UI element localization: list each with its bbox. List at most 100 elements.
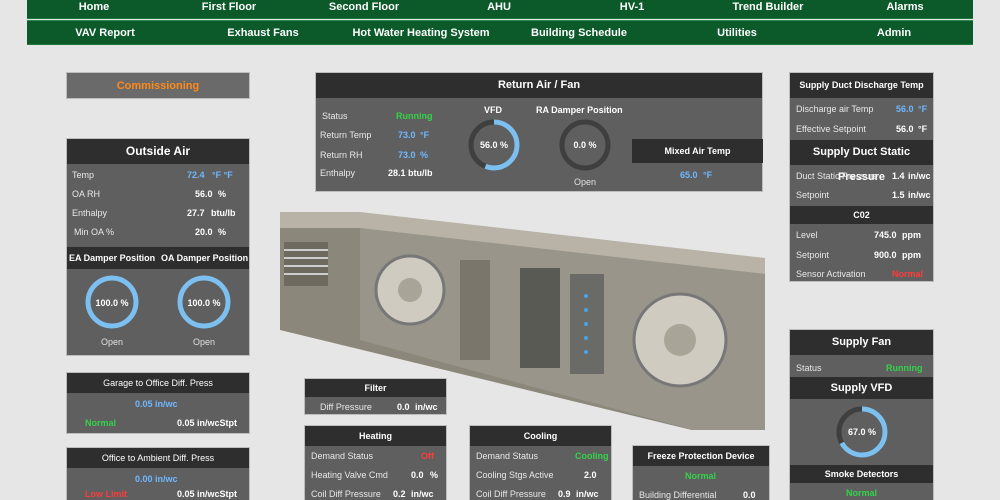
ahu-intake-louver <box>284 242 328 286</box>
static-pressure-value: 1.4 <box>892 171 905 181</box>
nav-second-floor[interactable]: Second Floor <box>329 1 399 13</box>
nav-hot-water-heating[interactable]: Hot Water Heating System <box>352 27 489 39</box>
commissioning-button[interactable]: Commissioning <box>66 72 250 99</box>
nav-home[interactable]: Home <box>79 1 110 13</box>
co2-activation-value: Normal <box>892 269 924 279</box>
freeze-diff-label: Building Differential <box>639 490 717 500</box>
nav-admin[interactable]: Admin <box>877 27 911 39</box>
discharge-unit: °F <box>918 104 928 114</box>
discharge-value: 56.0 <box>896 104 914 114</box>
heating-coil-unit: in/wc <box>411 489 434 499</box>
nav-vav-report[interactable]: VAV Report <box>75 27 135 39</box>
cooling-coil-unit: in/wc <box>576 489 599 499</box>
oa-damper-state: Open <box>192 337 216 347</box>
oa-enthalpy-unit: btu/lb <box>211 208 236 218</box>
garage-press-title: Garage to Office Diff. Press <box>67 373 249 393</box>
static-pressure-label: Duct Static Pressure <box>796 171 879 181</box>
oa-rh-unit: % <box>218 189 227 199</box>
static-setpoint-value: 1.5 <box>892 190 905 200</box>
supply-fan-status-value: Running <box>886 363 923 373</box>
discharge-label: Discharge air Temp <box>796 104 874 114</box>
heating-valve-unit: % <box>430 470 439 480</box>
outside-air-panel: Outside Air Temp 72.4 °F °F OA RH 56.0 %… <box>66 138 250 356</box>
filter-unit: in/wc <box>415 402 438 412</box>
heating-panel: Heating Demand Status Off Heating Valve … <box>304 425 447 500</box>
nav-first-floor[interactable]: First Floor <box>202 1 256 13</box>
heating-valve-value: 0.0 <box>411 470 424 480</box>
heating-demand-value: Off <box>421 451 434 461</box>
ahu-return-fan-hub <box>398 278 422 302</box>
nav-ahu[interactable]: AHU <box>487 1 511 13</box>
return-air-title: Return Air / Fan <box>316 73 762 98</box>
nav-alarms[interactable]: Alarms <box>886 1 923 13</box>
static-pressure-unit: in/wc <box>908 171 931 181</box>
oa-rh-value: 56.0 <box>195 189 213 199</box>
damper-header: EA Damper Position OA Damper Position <box>67 247 249 269</box>
nav-building-schedule[interactable]: Building Schedule <box>531 27 627 39</box>
nav-exhaust-fans[interactable]: Exhaust Fans <box>227 27 299 39</box>
outside-air-title: Outside Air <box>67 139 249 164</box>
ra-vfd-value: 56.0 % <box>479 140 509 150</box>
oa-damper-label: OA Damper Position <box>161 253 249 263</box>
static-setpoint-unit: in/wc <box>908 190 931 200</box>
freeze-panel: Freeze Protection Device Normal Building… <box>632 445 770 500</box>
supply-vfd-title: Supply VFD <box>790 377 933 399</box>
co2-setpoint-value: 900.0 <box>874 250 897 260</box>
heating-valve-label: Heating Valve Cmd <box>311 470 388 480</box>
ambient-press-panel: Office to Ambient Diff. Press 0.00 in/wc… <box>66 447 250 500</box>
ahu-supply-fan-hub <box>664 324 696 356</box>
co2-setpoint-label: Setpoint <box>796 250 830 260</box>
return-air-panel: Return Air / Fan Status Running Return T… <box>315 72 763 192</box>
co2-level-label: Level <box>796 230 818 240</box>
cooling-panel: Cooling Demand Status Cooling Cooling St… <box>469 425 612 500</box>
filter-panel: Filter Diff Pressure 0.0 in/wc <box>304 378 447 415</box>
ahu-heating-coil <box>520 268 560 368</box>
ea-damper-label: EA Damper Position <box>69 253 156 263</box>
oa-temp-label: Temp <box>72 170 95 180</box>
ea-damper-value: 100.0 % <box>95 298 129 308</box>
supply-column-panel: Supply Duct Discharge Temp Discharge air… <box>789 72 934 282</box>
nav-bar-secondary: VAV Report Exhaust Fans Hot Water Heatin… <box>27 20 973 45</box>
freeze-title: Freeze Protection Device <box>633 446 769 466</box>
cooling-demand-value: Cooling <box>575 451 609 461</box>
supply-vfd-value: 67.0 % <box>847 427 877 437</box>
discharge-setpoint-label: Effective Setpoint <box>796 124 866 134</box>
heating-coil-value: 0.2 <box>393 489 406 499</box>
oa-damper-value: 100.0 % <box>187 298 221 308</box>
cooling-coil-value: 0.9 <box>558 489 571 499</box>
smoke-detectors-value: Normal <box>846 488 878 498</box>
ra-damper-value: 0.0 % <box>573 140 597 150</box>
supply-fan-status-label: Status <box>796 363 822 373</box>
nav-utilities[interactable]: Utilities <box>717 27 757 39</box>
smoke-detectors-title: Smoke Detectors <box>790 465 933 483</box>
co2-activation-label: Sensor Activation <box>796 269 866 279</box>
oa-temp-unit: °F °F <box>212 170 233 180</box>
ambient-press-status: Low Limit <box>85 489 127 499</box>
nav-trend-builder[interactable]: Trend Builder <box>733 1 804 13</box>
mixed-air-title: Mixed Air Temp <box>632 139 763 163</box>
supply-fan-panel: Supply Fan Status Running Supply VFD 67.… <box>789 329 934 500</box>
cooling-stages-label: Cooling Stgs Active <box>476 470 554 480</box>
freeze-status: Normal <box>685 471 717 481</box>
garage-press-setpoint: 0.05 in/wcStpt <box>177 418 238 428</box>
commissioning-label: Commissioning <box>116 80 200 92</box>
oa-min-value: 20.0 <box>195 227 213 237</box>
cooling-title: Cooling <box>470 426 611 446</box>
ra-damper-state: Open <box>573 177 597 187</box>
mixed-air-unit: °F <box>703 170 713 180</box>
filter-title: Filter <box>305 379 446 397</box>
heating-title: Heating <box>305 426 446 446</box>
filter-value: 0.0 <box>397 402 410 412</box>
oa-rh-label: OA RH <box>72 189 101 199</box>
ambient-press-setpoint: 0.05 in/wcStpt <box>177 489 238 499</box>
cooling-demand-label: Demand Status <box>476 451 539 461</box>
static-setpoint-label: Setpoint <box>796 190 830 200</box>
static-pressure-title: Supply Duct Static Pressure <box>790 140 933 183</box>
heating-demand-label: Demand Status <box>311 451 374 461</box>
nav-bar-primary: Home First Floor Second Floor AHU HV-1 T… <box>27 0 973 19</box>
ambient-press-value: 0.00 in/wc <box>135 474 178 484</box>
freeze-diff-value: 0.0 <box>743 490 756 500</box>
co2-level-value: 745.0 <box>874 230 897 240</box>
nav-hv1[interactable]: HV-1 <box>620 1 644 13</box>
co2-level-unit: ppm <box>902 230 921 240</box>
